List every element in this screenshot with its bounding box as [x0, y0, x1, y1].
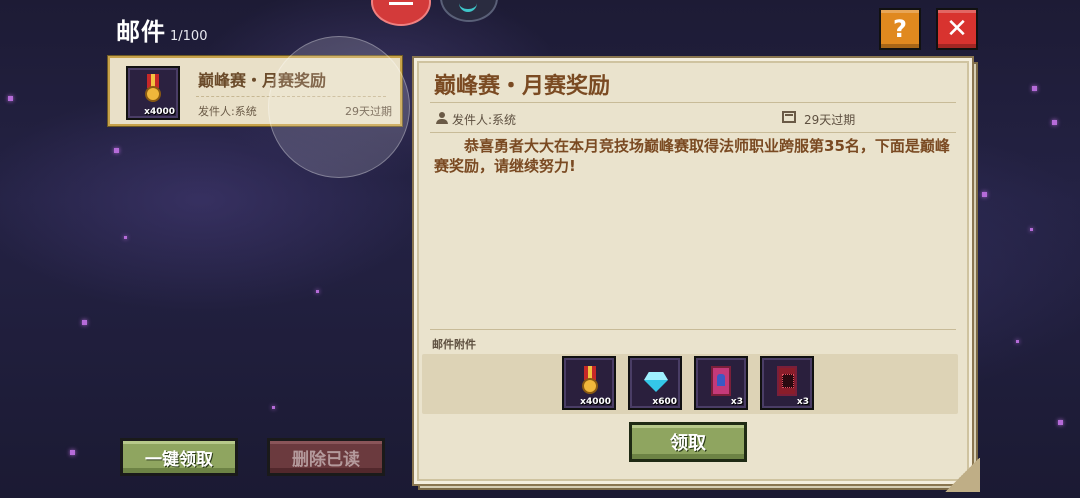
- star: [82, 320, 87, 325]
- attachment-slot-medal[interactable]: x4000: [562, 356, 616, 410]
- star: [1030, 228, 1033, 231]
- help-button[interactable]: ?: [879, 8, 921, 50]
- delete-read-button[interactable]: 删除已读: [267, 438, 385, 476]
- star: [1058, 420, 1063, 425]
- medal-icon: [579, 366, 601, 398]
- diamond-icon: [644, 372, 668, 392]
- page-title-text: 邮件: [116, 18, 166, 46]
- attachment-quantity: x3: [796, 397, 809, 407]
- attachment-quantity: x4000: [580, 397, 611, 407]
- star: [272, 406, 275, 409]
- claim-all-button[interactable]: 一键领取: [120, 438, 238, 476]
- claim-button[interactable]: 领取: [629, 422, 747, 462]
- red-card-icon: [777, 366, 797, 396]
- close-icon: ✕: [946, 14, 968, 44]
- detail-title: 巅峰赛・月赛奖励: [434, 74, 611, 99]
- attachments-label: 邮件附件: [432, 338, 476, 351]
- sender-icon: [436, 112, 448, 124]
- attachment-slot-diamond[interactable]: x600: [628, 356, 682, 410]
- divider: [430, 102, 956, 103]
- page-title: 邮件 1/100: [116, 12, 207, 47]
- close-button[interactable]: ✕: [936, 8, 978, 50]
- star: [316, 290, 319, 293]
- star: [8, 96, 13, 101]
- attachments-strip: [422, 354, 958, 414]
- attachment-slot-blue-card[interactable]: x3: [694, 356, 748, 410]
- detail-expire: 29天过期: [804, 113, 856, 127]
- detail-body: 恭喜勇者大大在本月竞技场巅峰赛取得法师职业跨服第35名，下面是巅峰赛奖励，请继续…: [434, 137, 950, 175]
- smile-icon: [459, 1, 477, 12]
- star: [114, 148, 119, 153]
- attachment-quantity: x3: [730, 397, 743, 407]
- calendar-icon: [782, 111, 796, 123]
- mail-detail-panel: 巅峰赛・月赛奖励 发件人:系统 29天过期 恭喜勇者大大在本月竞技场巅峰赛取得法…: [412, 56, 980, 492]
- top-menu-button[interactable]: [371, 0, 431, 26]
- mail-count: 1/100: [170, 29, 208, 44]
- mail-item-quantity: x4000: [144, 107, 175, 117]
- star: [70, 450, 75, 455]
- star: [1032, 86, 1037, 91]
- divider: [430, 329, 956, 330]
- blue-card-icon: [711, 366, 731, 396]
- menu-icon: [389, 2, 413, 5]
- star: [1052, 120, 1057, 125]
- star: [982, 192, 987, 197]
- star: [1016, 340, 1019, 343]
- mail-item-sender: 发件人:系统: [198, 105, 257, 118]
- attachment-quantity: x600: [652, 397, 677, 407]
- top-dark-button[interactable]: [440, 0, 498, 22]
- divider: [430, 132, 956, 133]
- mail-item-icon-box: x4000: [126, 66, 180, 120]
- detail-sender: 发件人:系统: [452, 113, 517, 127]
- star: [124, 236, 127, 239]
- touch-indicator: [268, 36, 410, 178]
- medal-icon: [142, 74, 164, 106]
- question-icon: ?: [893, 15, 907, 43]
- attachment-slot-red-card[interactable]: x3: [760, 356, 814, 410]
- page-fold: [944, 458, 980, 492]
